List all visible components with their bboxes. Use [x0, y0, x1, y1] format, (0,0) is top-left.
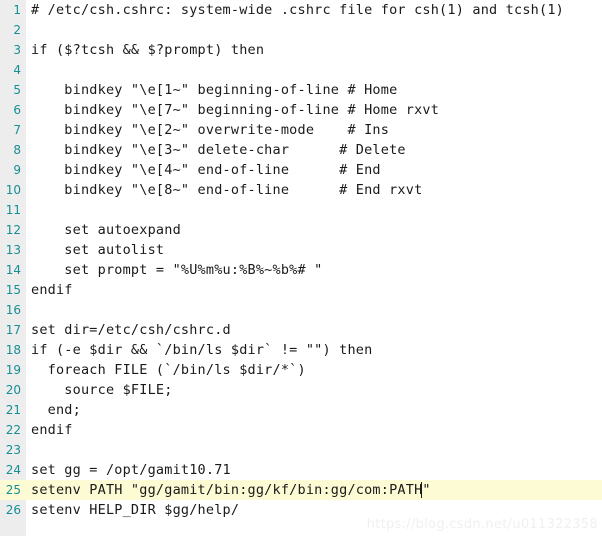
line-number: 26 [5, 503, 21, 517]
line-number: 4 [13, 63, 21, 77]
code-line-1[interactable]: 1 # /etc/csh.cshrc: system-wide .cshrc fi… [0, 0, 602, 20]
line-number: 18 [5, 343, 21, 357]
code-line-8[interactable]: 8 bindkey "\e[3~" delete-char # Delete [0, 140, 602, 160]
line-text: bindkey "\e[3~" delete-char # Delete [31, 142, 406, 158]
line-number: 21 [5, 403, 21, 417]
line-text: set dir=/etc/csh/cshrc.d [31, 322, 231, 338]
code-line-14[interactable]: 14 set prompt = "%U%m%u:%B%~%b%# " [0, 260, 602, 280]
line-text: if ($?tcsh && $?prompt) then [31, 42, 265, 58]
code-line-17[interactable]: 17 set dir=/etc/csh/cshrc.d [0, 320, 602, 340]
code-line-11[interactable]: 11 [0, 200, 602, 220]
code-line-3[interactable]: 3 if ($?tcsh && $?prompt) then [0, 40, 602, 60]
code-line-7[interactable]: 7 bindkey "\e[2~" overwrite-mode # Ins [0, 120, 602, 140]
text-cursor [420, 482, 422, 498]
line-number: 19 [5, 363, 21, 377]
line-text: endif [31, 282, 73, 298]
line-text: set autoexpand [31, 222, 181, 238]
code-line-12[interactable]: 12 set autoexpand [0, 220, 602, 240]
code-line-22[interactable]: 22 endif [0, 420, 602, 440]
line-number: 9 [13, 163, 21, 177]
line-number: 17 [5, 323, 21, 337]
code-line-24[interactable]: 24 set gg = /opt/gamit10.71 [0, 460, 602, 480]
line-number: 5 [13, 83, 21, 97]
line-number: 23 [5, 443, 21, 457]
code-line-16[interactable]: 16 [0, 300, 602, 320]
line-number: 13 [5, 243, 21, 257]
line-text: foreach FILE (`/bin/ls $dir/*`) [31, 362, 306, 378]
line-number: 11 [5, 203, 21, 217]
line-text: bindkey "\e[7~" beginning-of-line # Home… [31, 102, 440, 118]
code-line-15[interactable]: 15 endif [0, 280, 602, 300]
code-line-10[interactable]: 10 bindkey "\e[8~" end-of-line # End rxv… [0, 180, 602, 200]
line-number: 3 [13, 43, 21, 57]
line-number: 1 [13, 3, 21, 17]
line-text: bindkey "\e[2~" overwrite-mode # Ins [31, 122, 390, 138]
line-number: 25 [5, 483, 21, 497]
code-line-18[interactable]: 18 if (-e $dir && `/bin/ls $dir` != "") t… [0, 340, 602, 360]
line-text: endif [31, 422, 73, 438]
line-number: 7 [13, 123, 21, 137]
line-text: setenv HELP_DIR $gg/help/ [31, 502, 240, 518]
line-number: 10 [5, 183, 21, 197]
code-line-19[interactable]: 19 foreach FILE (`/bin/ls $dir/*`) [0, 360, 602, 380]
line-text: bindkey "\e[1~" beginning-of-line # Home [31, 82, 398, 98]
code-line-21[interactable]: 21 end; [0, 400, 602, 420]
line-text: setenv PATH "gg/gamit/bin:gg/kf/bin:gg/c… [31, 482, 431, 498]
line-number: 15 [5, 283, 21, 297]
line-text: source $FILE; [31, 382, 173, 398]
line-text: set prompt = "%U%m%u:%B%~%b%# " [31, 262, 323, 278]
line-number: 22 [5, 423, 21, 437]
code-line-6[interactable]: 6 bindkey "\e[7~" beginning-of-line # Ho… [0, 100, 602, 120]
line-number: 2 [13, 23, 21, 37]
line-text: set gg = /opt/gamit10.71 [31, 462, 231, 478]
line-text: bindkey "\e[4~" end-of-line # End [31, 162, 381, 178]
watermark-text: https://blog.csdn.net/u011322358 [366, 517, 598, 532]
code-line-5[interactable]: 5 bindkey "\e[1~" beginning-of-line # Ho… [0, 80, 602, 100]
line-text: end; [31, 402, 81, 418]
line-number: 16 [5, 303, 21, 317]
line-text: # /etc/csh.cshrc: system-wide .cshrc fil… [31, 2, 564, 18]
line-text: bindkey "\e[8~" end-of-line # End rxvt [31, 182, 423, 198]
code-editor[interactable]: 1 # /etc/csh.cshrc: system-wide .cshrc fi… [0, 0, 602, 536]
code-line-25[interactable]: 25 setenv PATH "gg/gamit/bin:gg/kf/bin:gg… [0, 480, 602, 500]
line-text: set autolist [31, 242, 165, 258]
code-line-23[interactable]: 23 [0, 440, 602, 460]
line-number: 8 [13, 143, 21, 157]
code-content-area[interactable]: 1 # /etc/csh.cshrc: system-wide .cshrc fi… [0, 0, 602, 520]
code-line-20[interactable]: 20 source $FILE; [0, 380, 602, 400]
code-line-13[interactable]: 13 set autolist [0, 240, 602, 260]
line-number: 6 [13, 103, 21, 117]
code-line-9[interactable]: 9 bindkey "\e[4~" end-of-line # End [0, 160, 602, 180]
code-line-4[interactable]: 4 [0, 60, 602, 80]
line-number: 24 [5, 463, 21, 477]
line-number: 14 [5, 263, 21, 277]
line-number: 20 [5, 383, 21, 397]
code-line-2[interactable]: 2 [0, 20, 602, 40]
line-text: if (-e $dir && `/bin/ls $dir` != "") the… [31, 342, 373, 358]
line-number: 12 [5, 223, 21, 237]
